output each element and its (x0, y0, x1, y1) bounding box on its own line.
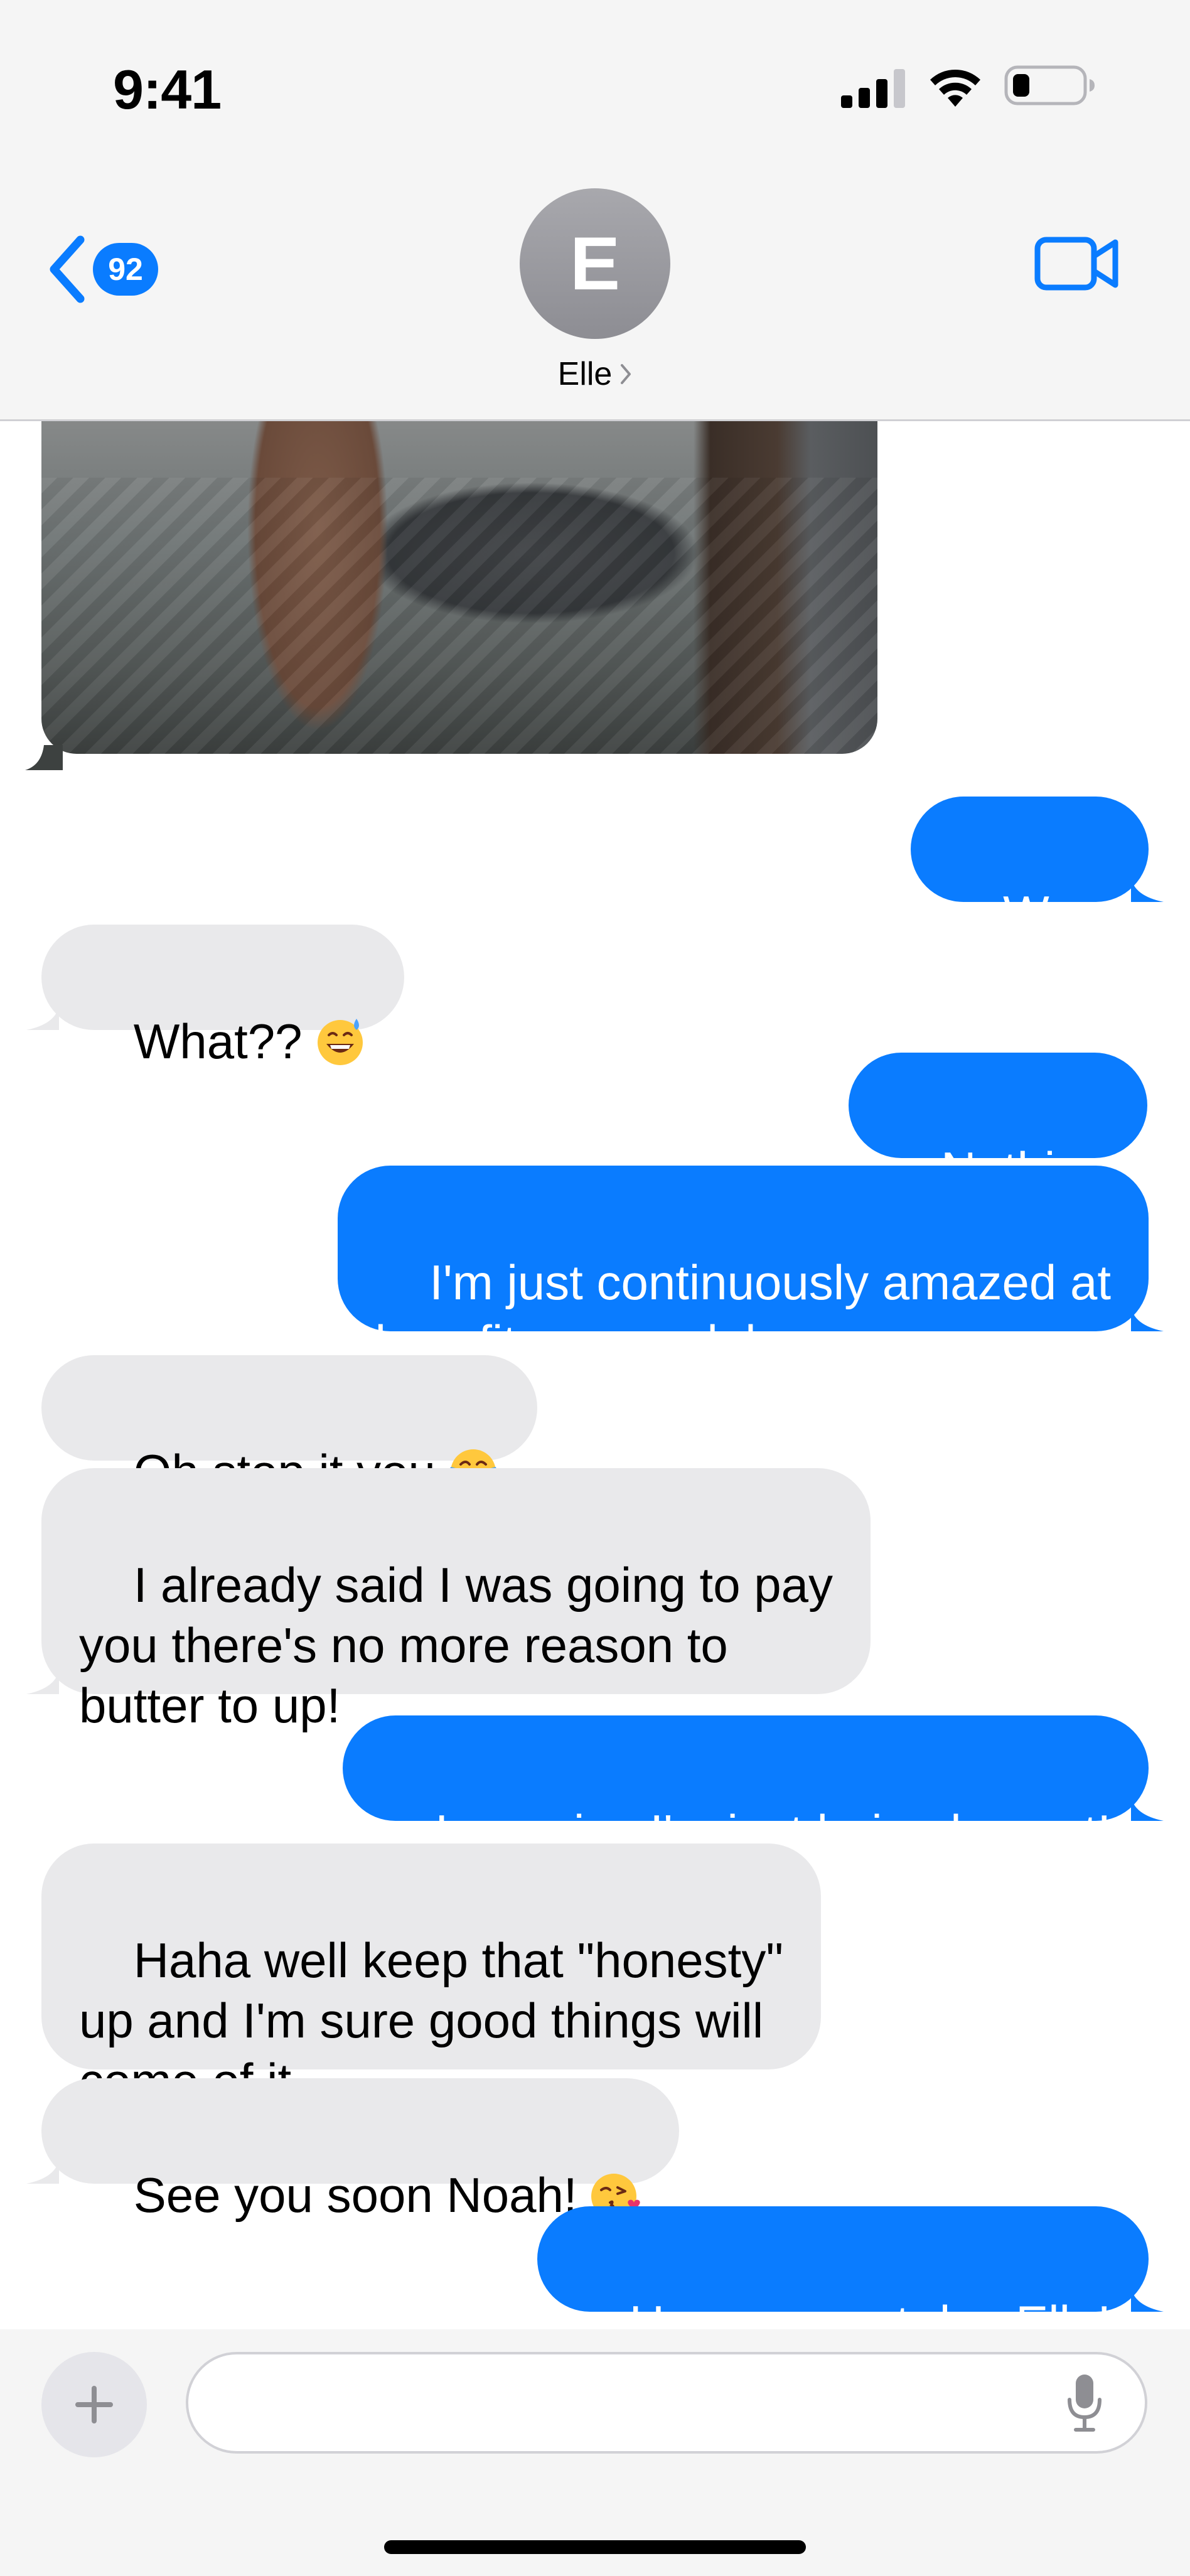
apps-plus-button[interactable] (41, 2352, 147, 2457)
chevron-left-icon (50, 235, 85, 303)
back-button[interactable]: 92 (48, 228, 173, 310)
grinning-sweat-emoji-icon (317, 1019, 363, 1066)
compose-bar (0, 2329, 1190, 2576)
plus-icon (75, 2386, 113, 2423)
message-text: See you soon Noah! (133, 2167, 577, 2223)
message-input[interactable] (218, 2354, 1049, 2452)
home-indicator[interactable] (384, 2540, 806, 2554)
cellular-signal-icon (841, 69, 905, 108)
message-text: What?? (133, 1014, 303, 1069)
received-message-bubble[interactable]: I already said I was going to pay you th… (41, 1468, 871, 1733)
sent-message-bubble[interactable]: Wow (911, 797, 1149, 941)
message-text: I already said I was going to pay you th… (79, 1557, 834, 1733)
message-text: Wow (1003, 886, 1111, 941)
photo-message[interactable] (41, 421, 877, 754)
microphone-icon[interactable] (1064, 2372, 1105, 2435)
wifi-icon (930, 70, 980, 107)
bubble-tail (26, 1005, 59, 1030)
sent-message-bubble[interactable]: Nothing (849, 1053, 1147, 1197)
sent-message-bubble[interactable]: Have a great day Elle! (537, 2206, 1149, 2329)
message-text: I'm just continuously amazed at how fit … (375, 1255, 1111, 1370)
bubble-tail (1131, 1306, 1164, 1331)
message-text: Have a great day Elle! (629, 2295, 1111, 2329)
bubble-tail (1131, 2287, 1164, 2312)
contact-name: Elle (557, 356, 613, 392)
received-message-bubble[interactable]: See you soon Noah! (41, 2078, 679, 2223)
bubble-tail (25, 745, 63, 770)
bubble-tail (26, 1669, 59, 1694)
video-call-icon[interactable] (1034, 232, 1120, 295)
received-message-bubble[interactable]: Haha well keep that "honesty" up and I'm… (41, 1843, 822, 2108)
received-message-bubble[interactable]: What?? (41, 925, 404, 1069)
contact-name-button[interactable]: Elle (0, 355, 1190, 393)
contact-avatar[interactable]: E (520, 188, 670, 339)
photo-content (41, 478, 877, 754)
bubble-tail (1131, 877, 1164, 902)
chevron-right-icon (621, 364, 631, 384)
status-time: 9:41 (113, 58, 222, 121)
conversation-header: 92 E Elle (0, 169, 1190, 421)
bubble-tail (1131, 1796, 1164, 1821)
message-thread[interactable]: Wow What?? Nothing I'm just continuously… (0, 421, 1190, 2329)
status-bar: 9:41 (0, 0, 1190, 169)
sent-message-bubble[interactable]: I promise I'm just being honest! (343, 1715, 1149, 1860)
bubble-tail (26, 2159, 59, 2184)
unread-count-badge: 92 (93, 243, 158, 296)
message-input-field[interactable] (186, 2352, 1147, 2454)
battery-icon (1004, 65, 1095, 105)
received-message-bubble[interactable]: Oh stop it you (41, 1355, 537, 1500)
sent-message-bubble[interactable]: I'm just continuously amazed at how fit … (337, 1166, 1149, 1370)
